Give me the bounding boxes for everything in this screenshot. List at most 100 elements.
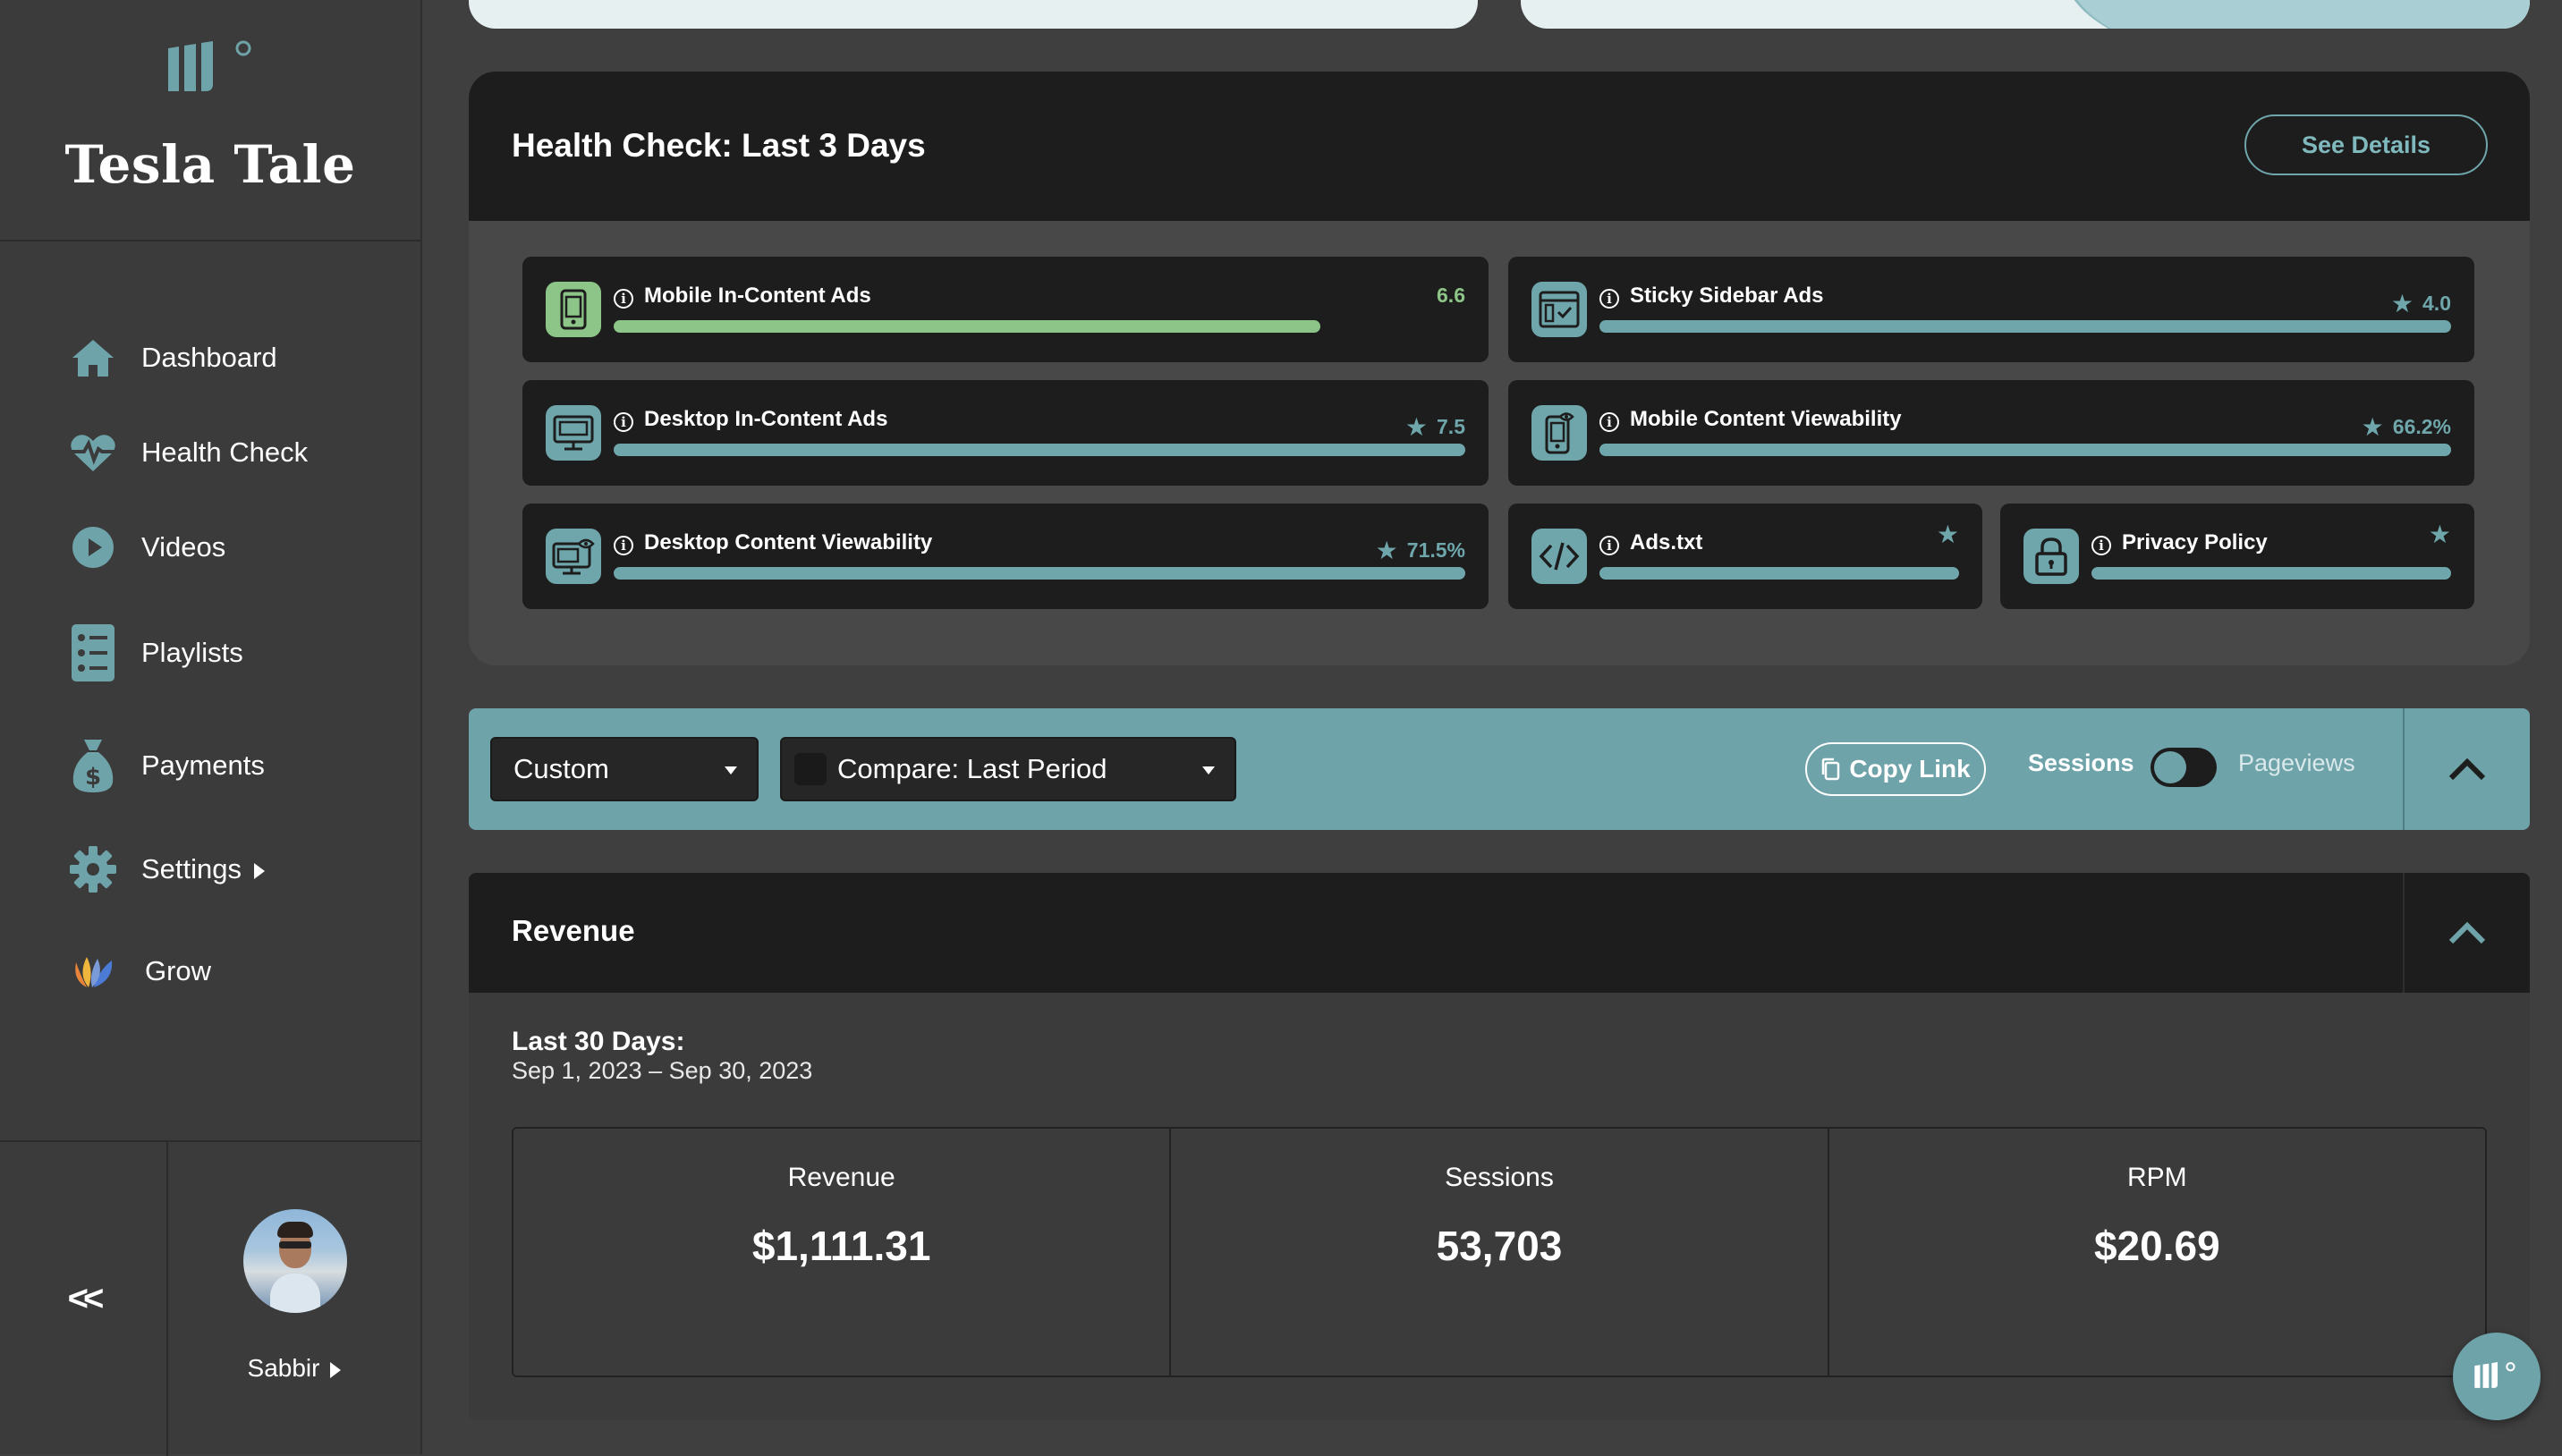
sidebar-item-label: Settings bbox=[141, 853, 266, 885]
help-chat-button[interactable] bbox=[2453, 1333, 2541, 1420]
desktop-monitor-icon bbox=[546, 405, 601, 461]
sidebar-item-settings[interactable]: Settings bbox=[0, 834, 420, 905]
star-icon: ★ bbox=[1936, 521, 1959, 548]
code-icon bbox=[1531, 529, 1587, 584]
sidebar-item-label: Playlists bbox=[141, 637, 243, 668]
copy-icon bbox=[1822, 758, 1840, 781]
grow-icon bbox=[68, 946, 118, 996]
sidebar-item-health-check[interactable]: Health Check bbox=[0, 417, 420, 488]
sidebar-item-label: Health Check bbox=[141, 436, 309, 468]
health-card-score: 6.6 bbox=[1437, 284, 1465, 307]
sidebar-item-dashboard[interactable]: Dashboard bbox=[0, 322, 420, 394]
health-card-progress-bar bbox=[614, 444, 1465, 456]
star-icon: ★ bbox=[1404, 413, 1429, 441]
info-icon[interactable]: i bbox=[2091, 536, 2111, 555]
caret-right-icon bbox=[330, 1361, 342, 1378]
home-icon bbox=[68, 333, 118, 383]
compare-select[interactable]: Compare: Last Period bbox=[780, 737, 1236, 801]
health-card-label: Sticky Sidebar Ads bbox=[1630, 284, 1824, 308]
filter-collapse-button[interactable] bbox=[2403, 708, 2530, 830]
health-card-label: Mobile Content Viewability bbox=[1630, 407, 1902, 431]
list-icon bbox=[68, 624, 118, 681]
info-icon[interactable]: i bbox=[614, 289, 633, 309]
mobile-eye-icon bbox=[1531, 405, 1587, 461]
health-check-header: Health Check: Last 3 Days See Details bbox=[469, 72, 2530, 221]
play-circle-icon bbox=[68, 522, 118, 572]
star-icon: ★ bbox=[1375, 537, 1398, 564]
chevron-up-icon bbox=[2448, 758, 2486, 781]
toggle-label-pageviews[interactable]: Pageviews bbox=[2238, 749, 2355, 777]
health-card-desktop-content-viewability[interactable]: i Desktop Content Viewability ★ 71.5% bbox=[522, 504, 1489, 609]
health-card-mobile-content-viewability[interactable]: i Mobile Content Viewability ★ 66.2% bbox=[1508, 380, 2474, 486]
sidebar-item-label: Dashboard bbox=[141, 342, 277, 373]
sidebar: Tesla Tale Dashboard Health Check Videos… bbox=[0, 0, 422, 1456]
date-range-select[interactable]: Custom bbox=[490, 737, 759, 801]
compare-checkbox[interactable] bbox=[794, 753, 827, 785]
info-icon[interactable]: i bbox=[1599, 412, 1619, 432]
gear-icon bbox=[68, 844, 118, 894]
metric-value: 53,703 bbox=[1436, 1223, 1563, 1269]
see-details-button[interactable]: See Details bbox=[2244, 114, 2488, 175]
brand-logo-icon[interactable] bbox=[166, 38, 256, 100]
health-card-ads-txt[interactable]: i Ads.txt ★ bbox=[1508, 504, 1982, 609]
desktop-eye-icon bbox=[546, 529, 601, 584]
svg-text:$: $ bbox=[85, 764, 101, 791]
metric-label: Sessions bbox=[1445, 1163, 1554, 1192]
money-bag-icon: $ bbox=[68, 740, 118, 792]
info-icon[interactable]: i bbox=[614, 412, 633, 432]
health-card-progress-bar bbox=[2091, 567, 2451, 580]
lock-icon bbox=[2023, 529, 2079, 584]
sidebar-item-grow[interactable]: Grow bbox=[0, 935, 420, 1007]
metric-rpm: RPM $20.69 bbox=[1829, 1129, 2485, 1376]
sidebar-item-payments[interactable]: $ Payments bbox=[0, 730, 420, 801]
sidebar-item-label: Grow bbox=[145, 955, 212, 986]
metric-value: $20.69 bbox=[2093, 1223, 2220, 1269]
health-check-panel: Health Check: Last 3 Days See Details i … bbox=[469, 72, 2530, 665]
mobile-phone-icon bbox=[546, 282, 601, 337]
toggle-label-sessions[interactable]: Sessions bbox=[2028, 749, 2134, 777]
health-check-title: Health Check: Last 3 Days bbox=[512, 127, 926, 164]
browser-window-icon bbox=[1531, 282, 1587, 337]
heartbeat-icon bbox=[68, 427, 118, 478]
revenue-collapse-button[interactable] bbox=[2403, 873, 2530, 993]
info-icon[interactable]: i bbox=[1599, 536, 1619, 555]
health-card-score: ★ bbox=[1937, 520, 1959, 549]
health-card-desktop-in-content-ads[interactable]: i Desktop In-Content Ads ★ 7.5 bbox=[522, 380, 1489, 486]
info-icon[interactable]: i bbox=[1599, 289, 1619, 309]
sidebar-item-playlists[interactable]: Playlists bbox=[0, 617, 420, 689]
health-card-progress-bar bbox=[1599, 320, 2451, 333]
health-card-score: ★ 4.0 bbox=[2390, 290, 2451, 317]
metric-sessions: Sessions 53,703 bbox=[1171, 1129, 1829, 1376]
period-label: Last 30 Days: bbox=[512, 1027, 685, 1056]
sessions-pageviews-toggle[interactable] bbox=[2151, 748, 2217, 787]
star-icon: ★ bbox=[2428, 521, 2451, 548]
collapse-sidebar-button[interactable]: << bbox=[0, 1142, 168, 1456]
top-card-right bbox=[1521, 0, 2530, 29]
sidebar-item-videos[interactable]: Videos bbox=[0, 512, 420, 583]
metrics-grid: Revenue $1,111.31 Sessions 53,703 RPM $2… bbox=[512, 1127, 2487, 1377]
period-range: Sep 1, 2023 – Sep 30, 2023 bbox=[512, 1057, 813, 1084]
metric-value: $1,111.31 bbox=[751, 1223, 931, 1269]
health-card-privacy-policy[interactable]: i Privacy Policy ★ bbox=[2000, 504, 2474, 609]
health-card-score: ★ bbox=[2429, 520, 2451, 549]
health-card-sticky-sidebar-ads[interactable]: i Sticky Sidebar Ads ★ 4.0 bbox=[1508, 257, 2474, 362]
top-card-left bbox=[469, 0, 1478, 29]
revenue-panel: Revenue Last 30 Days: Sep 1, 2023 – Sep … bbox=[469, 873, 2530, 1420]
dropdown-arrow-icon bbox=[1202, 766, 1215, 775]
metric-revenue: Revenue $1,111.31 bbox=[513, 1129, 1172, 1376]
metric-label: Revenue bbox=[787, 1163, 895, 1192]
dropdown-arrow-icon bbox=[725, 766, 737, 775]
revenue-header: Revenue bbox=[469, 873, 2530, 993]
health-card-mobile-in-content-ads[interactable]: i Mobile In-Content Ads 6.6 bbox=[522, 257, 1489, 362]
health-card-progress-bar bbox=[1599, 444, 2451, 456]
filter-bar: Custom Compare: Last Period Copy Link Se… bbox=[469, 708, 2530, 830]
user-menu[interactable]: Sabbir bbox=[168, 1354, 420, 1383]
health-card-label: Ads.txt bbox=[1630, 530, 1703, 554]
avatar[interactable] bbox=[243, 1209, 347, 1313]
metric-label: RPM bbox=[2126, 1163, 2187, 1192]
sidebar-item-label: Payments bbox=[141, 749, 265, 781]
health-card-progress-bar bbox=[614, 567, 1465, 580]
sidebar-item-label: Videos bbox=[141, 531, 226, 563]
copy-link-button[interactable]: Copy Link bbox=[1805, 742, 1986, 796]
info-icon[interactable]: i bbox=[614, 536, 633, 555]
